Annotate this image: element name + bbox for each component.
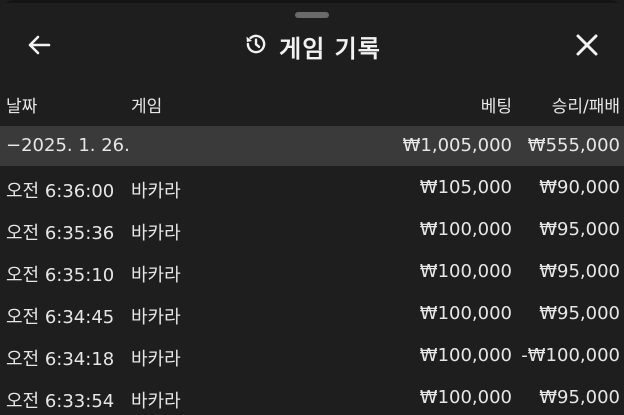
column-header-result: 승리/패배 [551,97,620,117]
row-result: -₩100,000 [521,345,620,366]
row-result: ₩95,000 [539,303,620,324]
row-bet: ₩105,000 [419,177,512,198]
header: 게임 기록 [0,24,624,68]
row-time: 오전 6:34:18 [6,349,115,370]
row-game: 바카라 [131,307,181,328]
close-button[interactable] [568,30,606,64]
table-row[interactable]: 오전 6:35:10 바카라 ₩100,000 ₩95,000 [0,252,624,294]
close-icon [575,33,599,61]
row-game: 바카라 [131,181,181,202]
column-header-bet: 베팅 [480,97,512,117]
row-bet: ₩100,000 [419,387,512,408]
title-group: 게임 기록 [0,24,624,68]
row-time: 오전 6:36:00 [6,181,115,202]
row-bet: ₩100,000 [419,345,512,366]
row-game: 바카라 [131,391,181,412]
row-bet: ₩100,000 [419,303,512,324]
history-icon [243,31,269,61]
date-summary-row[interactable]: −2025. 1. 26. ₩1,005,000 ₩555,000 [0,126,624,166]
arrow-left-icon [26,33,52,61]
page-title: 게임 기록 [279,34,381,63]
row-game: 바카라 [131,265,181,286]
row-result: ₩95,000 [539,261,620,282]
column-header-game: 게임 [131,97,163,117]
row-result: ₩90,000 [539,177,620,198]
game-history-panel: 게임 기록 날짜 게임 베팅 승리/패배 −2025. 1. 26. ₩1,00… [0,0,624,415]
row-time: 오전 6:35:10 [6,265,115,286]
row-game: 바카라 [131,223,181,244]
row-result: ₩95,000 [539,387,620,408]
row-bet: ₩100,000 [419,261,512,282]
row-time: 오전 6:34:45 [6,307,115,328]
table-row[interactable]: 오전 6:33:54 바카라 ₩100,000 ₩95,000 [0,378,624,415]
back-button[interactable] [22,30,56,64]
row-bet: ₩100,000 [419,219,512,240]
top-strip [0,0,624,3]
table-row[interactable]: 오전 6:34:45 바카라 ₩100,000 ₩95,000 [0,294,624,336]
row-time: 오전 6:35:36 [6,223,115,244]
summary-date: −2025. 1. 26. [6,135,130,156]
table-row[interactable]: 오전 6:36:00 바카라 ₩105,000 ₩90,000 [0,168,624,210]
drag-handle[interactable] [295,12,329,18]
table-row[interactable]: 오전 6:34:18 바카라 ₩100,000 -₩100,000 [0,336,624,378]
summary-bet: ₩1,005,000 [402,135,512,156]
row-result: ₩95,000 [539,219,620,240]
row-time: 오전 6:33:54 [6,391,115,412]
table-row[interactable]: 오전 6:35:36 바카라 ₩100,000 ₩95,000 [0,210,624,252]
column-headers: 날짜 게임 베팅 승리/패배 [0,88,624,122]
row-game: 바카라 [131,349,181,370]
summary-result: ₩555,000 [527,135,620,156]
column-header-date: 날짜 [6,97,38,117]
history-table: −2025. 1. 26. ₩1,005,000 ₩555,000 오전 6:3… [0,126,624,415]
